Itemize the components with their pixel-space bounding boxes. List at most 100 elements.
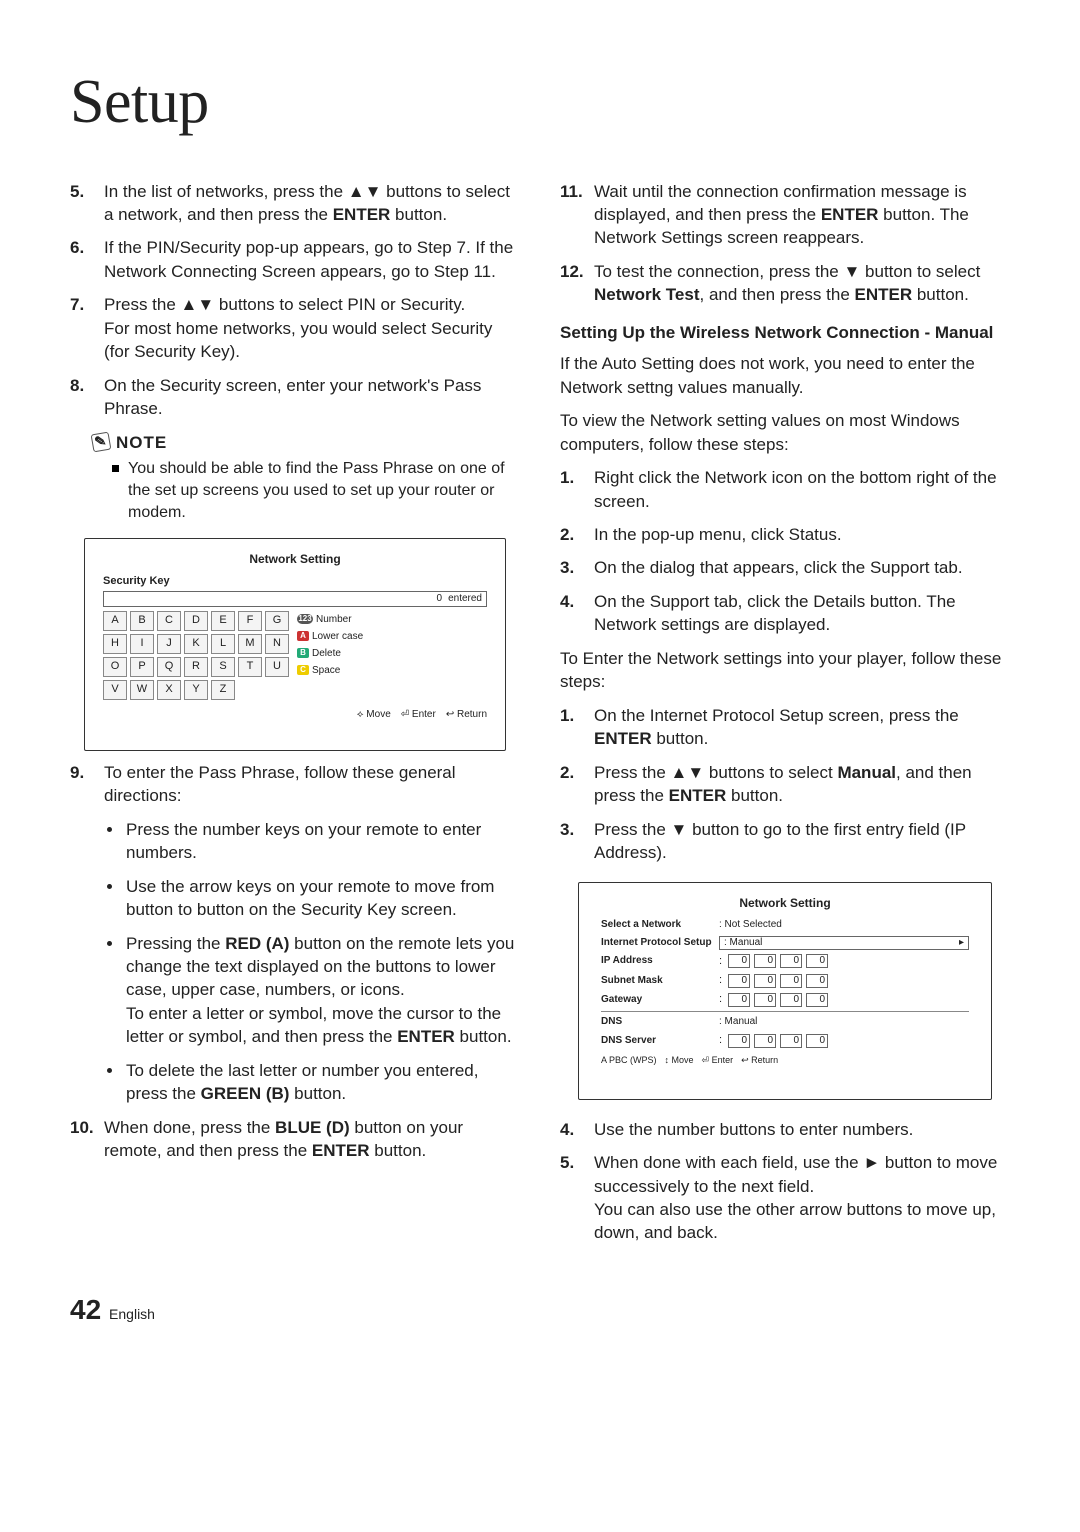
key-l[interactable]: L xyxy=(211,634,235,654)
setting-row: Internet Protocol Setup: Manual▸ xyxy=(601,936,969,950)
footer-hint: A PBC (WPS) xyxy=(601,1054,657,1066)
key-g[interactable]: G xyxy=(265,611,289,631)
ip-octet[interactable]: 0 xyxy=(728,974,750,988)
right-steps-3: On the Internet Protocol Setup screen, p… xyxy=(560,704,1010,865)
step-item: Press the ▼ button to go to the first en… xyxy=(560,818,1010,865)
ip-octet[interactable]: 0 xyxy=(806,1034,828,1048)
key-i[interactable]: I xyxy=(130,634,154,654)
footer-hint: ↕ Move xyxy=(665,1054,694,1066)
note-items: You should be able to find the Pass Phra… xyxy=(70,458,520,524)
footer-hint: ↩ Return xyxy=(446,709,487,720)
key-b[interactable]: B xyxy=(130,611,154,631)
setting-row: DNS: Manual xyxy=(601,1015,969,1029)
ip-field[interactable]: 0000 xyxy=(719,1033,828,1048)
key-s[interactable]: S xyxy=(211,657,235,677)
step-item: On the dialog that appears, click the Su… xyxy=(560,556,1010,579)
ip-octet[interactable]: 0 xyxy=(780,954,802,968)
footer-hint: ⏎ Enter xyxy=(702,1054,734,1066)
key-j[interactable]: J xyxy=(157,634,181,654)
step-item: In the pop-up menu, click Status. xyxy=(560,523,1010,546)
key-w[interactable]: W xyxy=(130,680,154,700)
legend-item: BDelete xyxy=(297,645,363,662)
key-t[interactable]: T xyxy=(238,657,262,677)
list-item: Pressing the RED (A) button on the remot… xyxy=(124,932,520,1049)
ip-octet[interactable]: 0 xyxy=(728,1034,750,1048)
ip-octet[interactable]: 0 xyxy=(728,993,750,1007)
ip-octet[interactable]: 0 xyxy=(754,993,776,1007)
key-z[interactable]: Z xyxy=(211,680,235,700)
left-column: In the list of networks, press the ▲▼ bu… xyxy=(70,180,520,1255)
step-item: Press the ▲▼ buttons to select PIN or Se… xyxy=(70,293,520,363)
ss1-title: Network Setting xyxy=(103,551,487,568)
key-c[interactable]: C xyxy=(157,611,181,631)
right-column: Wait until the connection confirmation m… xyxy=(560,180,1010,1255)
list-item: Press the number keys on your remote to … xyxy=(124,818,520,865)
ip-field[interactable]: 0000 xyxy=(719,992,828,1007)
ip-octet[interactable]: 0 xyxy=(806,974,828,988)
setting-label: Gateway xyxy=(601,993,719,1007)
setting-value: : Not Selected xyxy=(719,918,782,932)
ip-octet[interactable]: 0 xyxy=(754,1034,776,1048)
setting-label: Internet Protocol Setup xyxy=(601,936,719,950)
step-item: On the Security screen, enter your netwo… xyxy=(70,374,520,421)
key-o[interactable]: O xyxy=(103,657,127,677)
ss1-legend: 123NumberALower caseBDeleteCSpace xyxy=(297,611,363,700)
ip-octet[interactable]: 0 xyxy=(780,993,802,1007)
ip-octet[interactable]: 0 xyxy=(806,993,828,1007)
setting-value: : Manual xyxy=(719,1015,757,1029)
legend-item: CSpace xyxy=(297,662,363,679)
right-steps-2: Right click the Network icon on the bott… xyxy=(560,466,1010,637)
setting-row: Subnet Mask0000 xyxy=(601,973,969,988)
setting-label: Select a Network xyxy=(601,918,719,932)
key-x[interactable]: X xyxy=(157,680,181,700)
note-label: NOTE xyxy=(116,431,167,454)
key-e[interactable]: E xyxy=(211,611,235,631)
ip-octet[interactable]: 0 xyxy=(806,954,828,968)
key-v[interactable]: V xyxy=(103,680,127,700)
key-q[interactable]: Q xyxy=(157,657,181,677)
setting-row: DNS Server0000 xyxy=(601,1033,969,1048)
dropdown[interactable]: : Manual▸ xyxy=(719,936,969,950)
note-icon xyxy=(92,433,110,451)
key-p[interactable]: P xyxy=(130,657,154,677)
key-k[interactable]: K xyxy=(184,634,208,654)
key-n[interactable]: N xyxy=(265,634,289,654)
ip-field[interactable]: 0000 xyxy=(719,954,828,969)
ip-octet[interactable]: 0 xyxy=(728,954,750,968)
key-f[interactable]: F xyxy=(238,611,262,631)
step-item: On the Internet Protocol Setup screen, p… xyxy=(560,704,1010,751)
step-item: Right click the Network icon on the bott… xyxy=(560,466,1010,513)
left-steps-3: When done, press the BLUE (D) button on … xyxy=(70,1116,520,1163)
security-key-screenshot: Network Setting Security Key 0 entered A… xyxy=(84,538,506,751)
ip-octet[interactable]: 0 xyxy=(780,974,802,988)
list-item: To delete the last letter or number you … xyxy=(124,1059,520,1106)
step-item: Press the ▲▼ buttons to select Manual, a… xyxy=(560,761,1010,808)
right-steps-4: Use the number buttons to enter numbers.… xyxy=(560,1118,1010,1245)
key-y[interactable]: Y xyxy=(184,680,208,700)
step-item: When done, press the BLUE (D) button on … xyxy=(70,1116,520,1163)
list-item: You should be able to find the Pass Phra… xyxy=(128,458,520,524)
ss1-footer: ⟡ Move⏎ Enter↩ Return xyxy=(103,708,487,722)
key-d[interactable]: D xyxy=(184,611,208,631)
step-item: To test the connection, press the ▼ butt… xyxy=(560,260,1010,307)
ip-octet[interactable]: 0 xyxy=(754,954,776,968)
left-steps-2: To enter the Pass Phrase, follow these g… xyxy=(70,761,520,808)
right-steps-1: Wait until the connection confirmation m… xyxy=(560,180,1010,307)
ss2-footer: A PBC (WPS)↕ Move⏎ Enter↩ Return xyxy=(601,1054,969,1066)
ip-octet[interactable]: 0 xyxy=(780,1034,802,1048)
key-a[interactable]: A xyxy=(103,611,127,631)
legend-item: 123Number xyxy=(297,611,363,628)
key-u[interactable]: U xyxy=(265,657,289,677)
ss1-input[interactable]: 0 entered xyxy=(103,591,487,607)
setting-label: DNS xyxy=(601,1015,719,1029)
page-number: 42 xyxy=(70,1294,101,1325)
page-title: Setup xyxy=(70,60,1010,146)
key-m[interactable]: M xyxy=(238,634,262,654)
ip-field[interactable]: 0000 xyxy=(719,973,828,988)
key-r[interactable]: R xyxy=(184,657,208,677)
ip-octet[interactable]: 0 xyxy=(754,974,776,988)
manual-p1: If the Auto Setting does not work, you n… xyxy=(560,352,1010,399)
ss2-title: Network Setting xyxy=(601,895,969,912)
manual-subhead: Setting Up the Wireless Network Connecti… xyxy=(560,321,1010,344)
key-h[interactable]: H xyxy=(103,634,127,654)
